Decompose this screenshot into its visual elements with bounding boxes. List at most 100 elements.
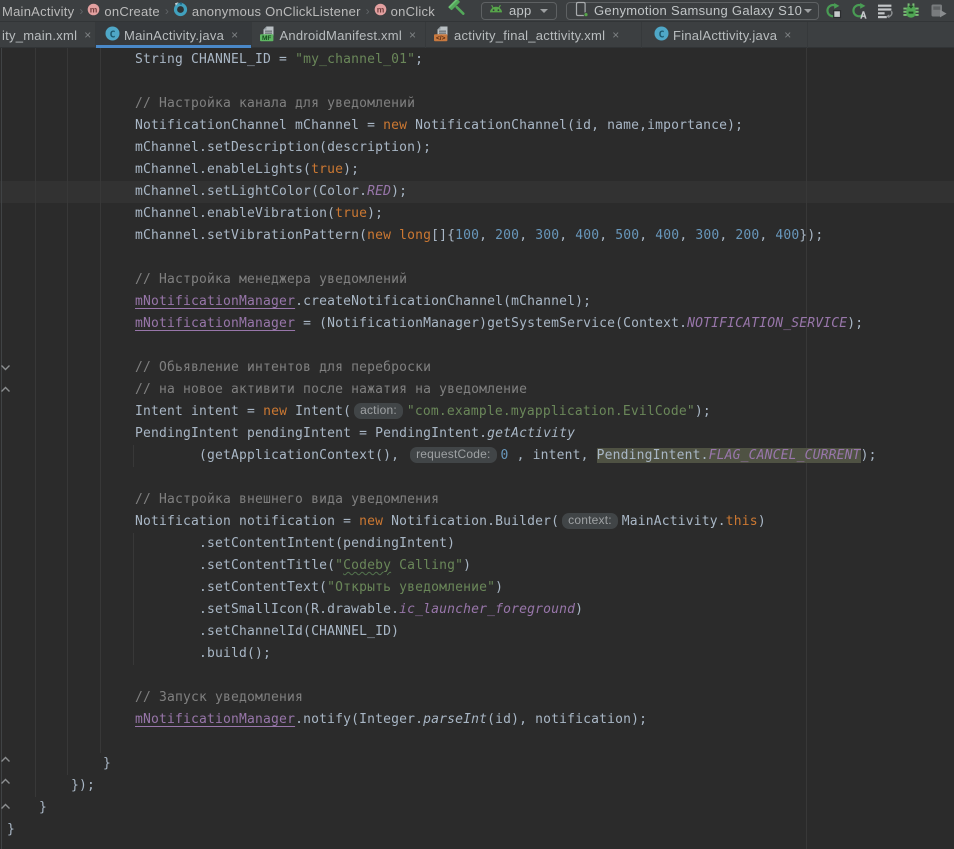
editor-tab-MainActivity.java[interactable]: CMainActivity.java×: [96, 22, 252, 48]
code-token: 0: [501, 448, 509, 463]
code-token: NotificationChannel(id, name,importance)…: [407, 118, 743, 133]
breadcrumb-item[interactable]: onCreate: [104, 4, 159, 19]
parameter-hint-chip: action:: [354, 403, 403, 419]
code-token: // Настройка канала для уведомлений: [7, 96, 415, 111]
code-token: ,: [479, 228, 495, 243]
android-studio-window: MainActivity›monCreate›anonymous OnClick…: [0, 0, 954, 849]
breadcrumb-separator: ›: [160, 4, 173, 19]
code-token: NotificationChannel mChannel =: [7, 118, 383, 133]
fold-end-icon[interactable]: [0, 801, 11, 812]
parameter-hint-chip: requestCode:: [410, 447, 496, 463]
code-token: new: [383, 118, 407, 133]
debug-bug-icon[interactable]: [903, 3, 919, 19]
svg-text:C: C: [658, 29, 664, 40]
fold-end-icon[interactable]: [0, 754, 11, 765]
svg-text:m: m: [376, 4, 384, 14]
code-token: [391, 228, 399, 243]
code-token: .setSmallIcon(R.drawable.: [7, 602, 399, 617]
code-line-4: NotificationChannel mChannel = new Notif…: [7, 115, 743, 137]
code-line-3: // Настройка канала для уведомлений: [7, 93, 415, 115]
code-token: mChannel.setVibrationPattern(: [7, 228, 367, 243]
code-token: new: [359, 514, 383, 529]
tab-close-icon[interactable]: ×: [84, 30, 91, 40]
code-token: [7, 294, 135, 309]
code-token: = (NotificationManager)getSystemService(…: [295, 316, 687, 331]
code-token: ,: [719, 228, 735, 243]
code-token: });: [7, 778, 95, 793]
fold-end-icon[interactable]: [0, 776, 11, 787]
tab-close-icon[interactable]: ×: [612, 30, 619, 40]
code-token: ): [495, 580, 503, 595]
code-line-35: }: [7, 797, 47, 819]
code-token: }: [7, 822, 15, 837]
editor-tab-FinalActtivity.java[interactable]: C FinalActtivity.java ×: [642, 22, 808, 48]
apply-code-changes-icon[interactable]: [852, 3, 868, 19]
breadcrumb-item[interactable]: onClick: [391, 4, 435, 19]
breadcrumb-item[interactable]: anonymous OnClickListener: [192, 4, 361, 19]
run-configuration-select[interactable]: app: [481, 2, 557, 20]
code-token: true: [311, 162, 343, 177]
svg-text:m: m: [90, 4, 98, 14]
code-token: .setChannelId(CHANNEL_ID): [7, 624, 399, 639]
code-token: .setContentTitle(: [7, 558, 335, 573]
tab-label: FinalActtivity.java: [673, 28, 777, 43]
code-token: this: [726, 514, 758, 529]
code-line-25: .setContentText("Открыть уведомление"): [7, 577, 503, 599]
fold-end-icon[interactable]: [0, 384, 11, 395]
method-icon: m: [87, 3, 100, 21]
editor-tab-activity_final_acttivity.xml[interactable]: </>activity_final_acttivity.xml×: [426, 22, 642, 48]
code-token: 400: [775, 228, 799, 243]
code-token: ,: [639, 228, 655, 243]
code-token: mNotificationManager: [135, 316, 295, 331]
tab-close-icon[interactable]: ×: [231, 30, 238, 40]
code-token: Calling": [391, 558, 463, 573]
code-token: ): [758, 514, 766, 529]
code-line-33: }: [7, 753, 111, 775]
code-token: ,: [759, 228, 775, 243]
code-token: [7, 712, 135, 727]
code-token: });: [799, 228, 823, 243]
code-token: PendingIntent pendingIntent = PendingInt…: [7, 426, 487, 441]
code-token: mChannel.enableVibration(: [7, 206, 335, 221]
device-select-value: Genymotion Samsung Galaxy S10: [594, 3, 802, 18]
chevron-down-icon: [540, 9, 548, 13]
code-token: // Настройка внешнего вида уведомления: [7, 492, 439, 507]
code-token: }: [7, 756, 111, 771]
attach-debugger-icon[interactable]: [930, 3, 949, 19]
code-token: parseInt: [423, 712, 487, 727]
breadcrumb-item[interactable]: MainActivity: [2, 4, 74, 19]
editor-tab-AndroidManifest.xml[interactable]: MFAndroidManifest.xml×: [252, 22, 427, 48]
editor-tab-ity_main.xml[interactable]: ity_main.xml×: [0, 22, 96, 48]
code-editor[interactable]: String CHANNEL_ID = "my_channel_01"; // …: [0, 48, 954, 849]
breadcrumb: MainActivity›monCreate›anonymous OnClick…: [2, 0, 435, 22]
code-token: );: [847, 316, 863, 331]
code-token: ,: [519, 228, 535, 243]
phone-device-icon: [574, 1, 589, 22]
code-token: NOTIFICATION_SERVICE: [687, 316, 847, 331]
apply-changes-restart-icon[interactable]: [826, 3, 842, 19]
build-hammer-icon[interactable]: [447, 0, 463, 16]
code-token: 500: [615, 228, 639, 243]
code-line-9: mChannel.setVibrationPattern(new long[]{…: [7, 225, 823, 247]
code-token: // Обьявление интентов для переброски: [7, 360, 431, 375]
list-undo-arrow-icon[interactable]: [877, 3, 893, 19]
code-token: ): [575, 602, 583, 617]
tab-close-icon[interactable]: ×: [784, 30, 791, 40]
code-line-31: mNotificationManager.notify(Integer.pars…: [7, 709, 647, 731]
code-token: ,: [559, 228, 575, 243]
code-token: 400: [575, 228, 599, 243]
code-token: Intent(: [287, 404, 351, 419]
fold-start-icon[interactable]: [0, 362, 11, 373]
chevron-down-icon: [804, 9, 812, 13]
tab-close-icon[interactable]: ×: [409, 30, 416, 40]
code-token: mChannel.setDescription(description);: [7, 140, 431, 155]
code-lines: String CHANNEL_ID = "my_channel_01"; // …: [0, 48, 954, 849]
parameter-hint-chip: context:: [562, 513, 618, 529]
code-token: [7, 316, 135, 331]
device-select[interactable]: Genymotion Samsung Galaxy S10: [566, 2, 819, 20]
code-line-30: // Запуск уведомления: [7, 687, 303, 709]
tab-label: AndroidManifest.xml: [280, 28, 403, 43]
tab-label: activity_final_acttivity.xml: [454, 28, 605, 43]
code-line-6: mChannel.enableLights(true);: [7, 159, 359, 181]
code-line-26: .setSmallIcon(R.drawable.ic_launcher_for…: [7, 599, 583, 621]
